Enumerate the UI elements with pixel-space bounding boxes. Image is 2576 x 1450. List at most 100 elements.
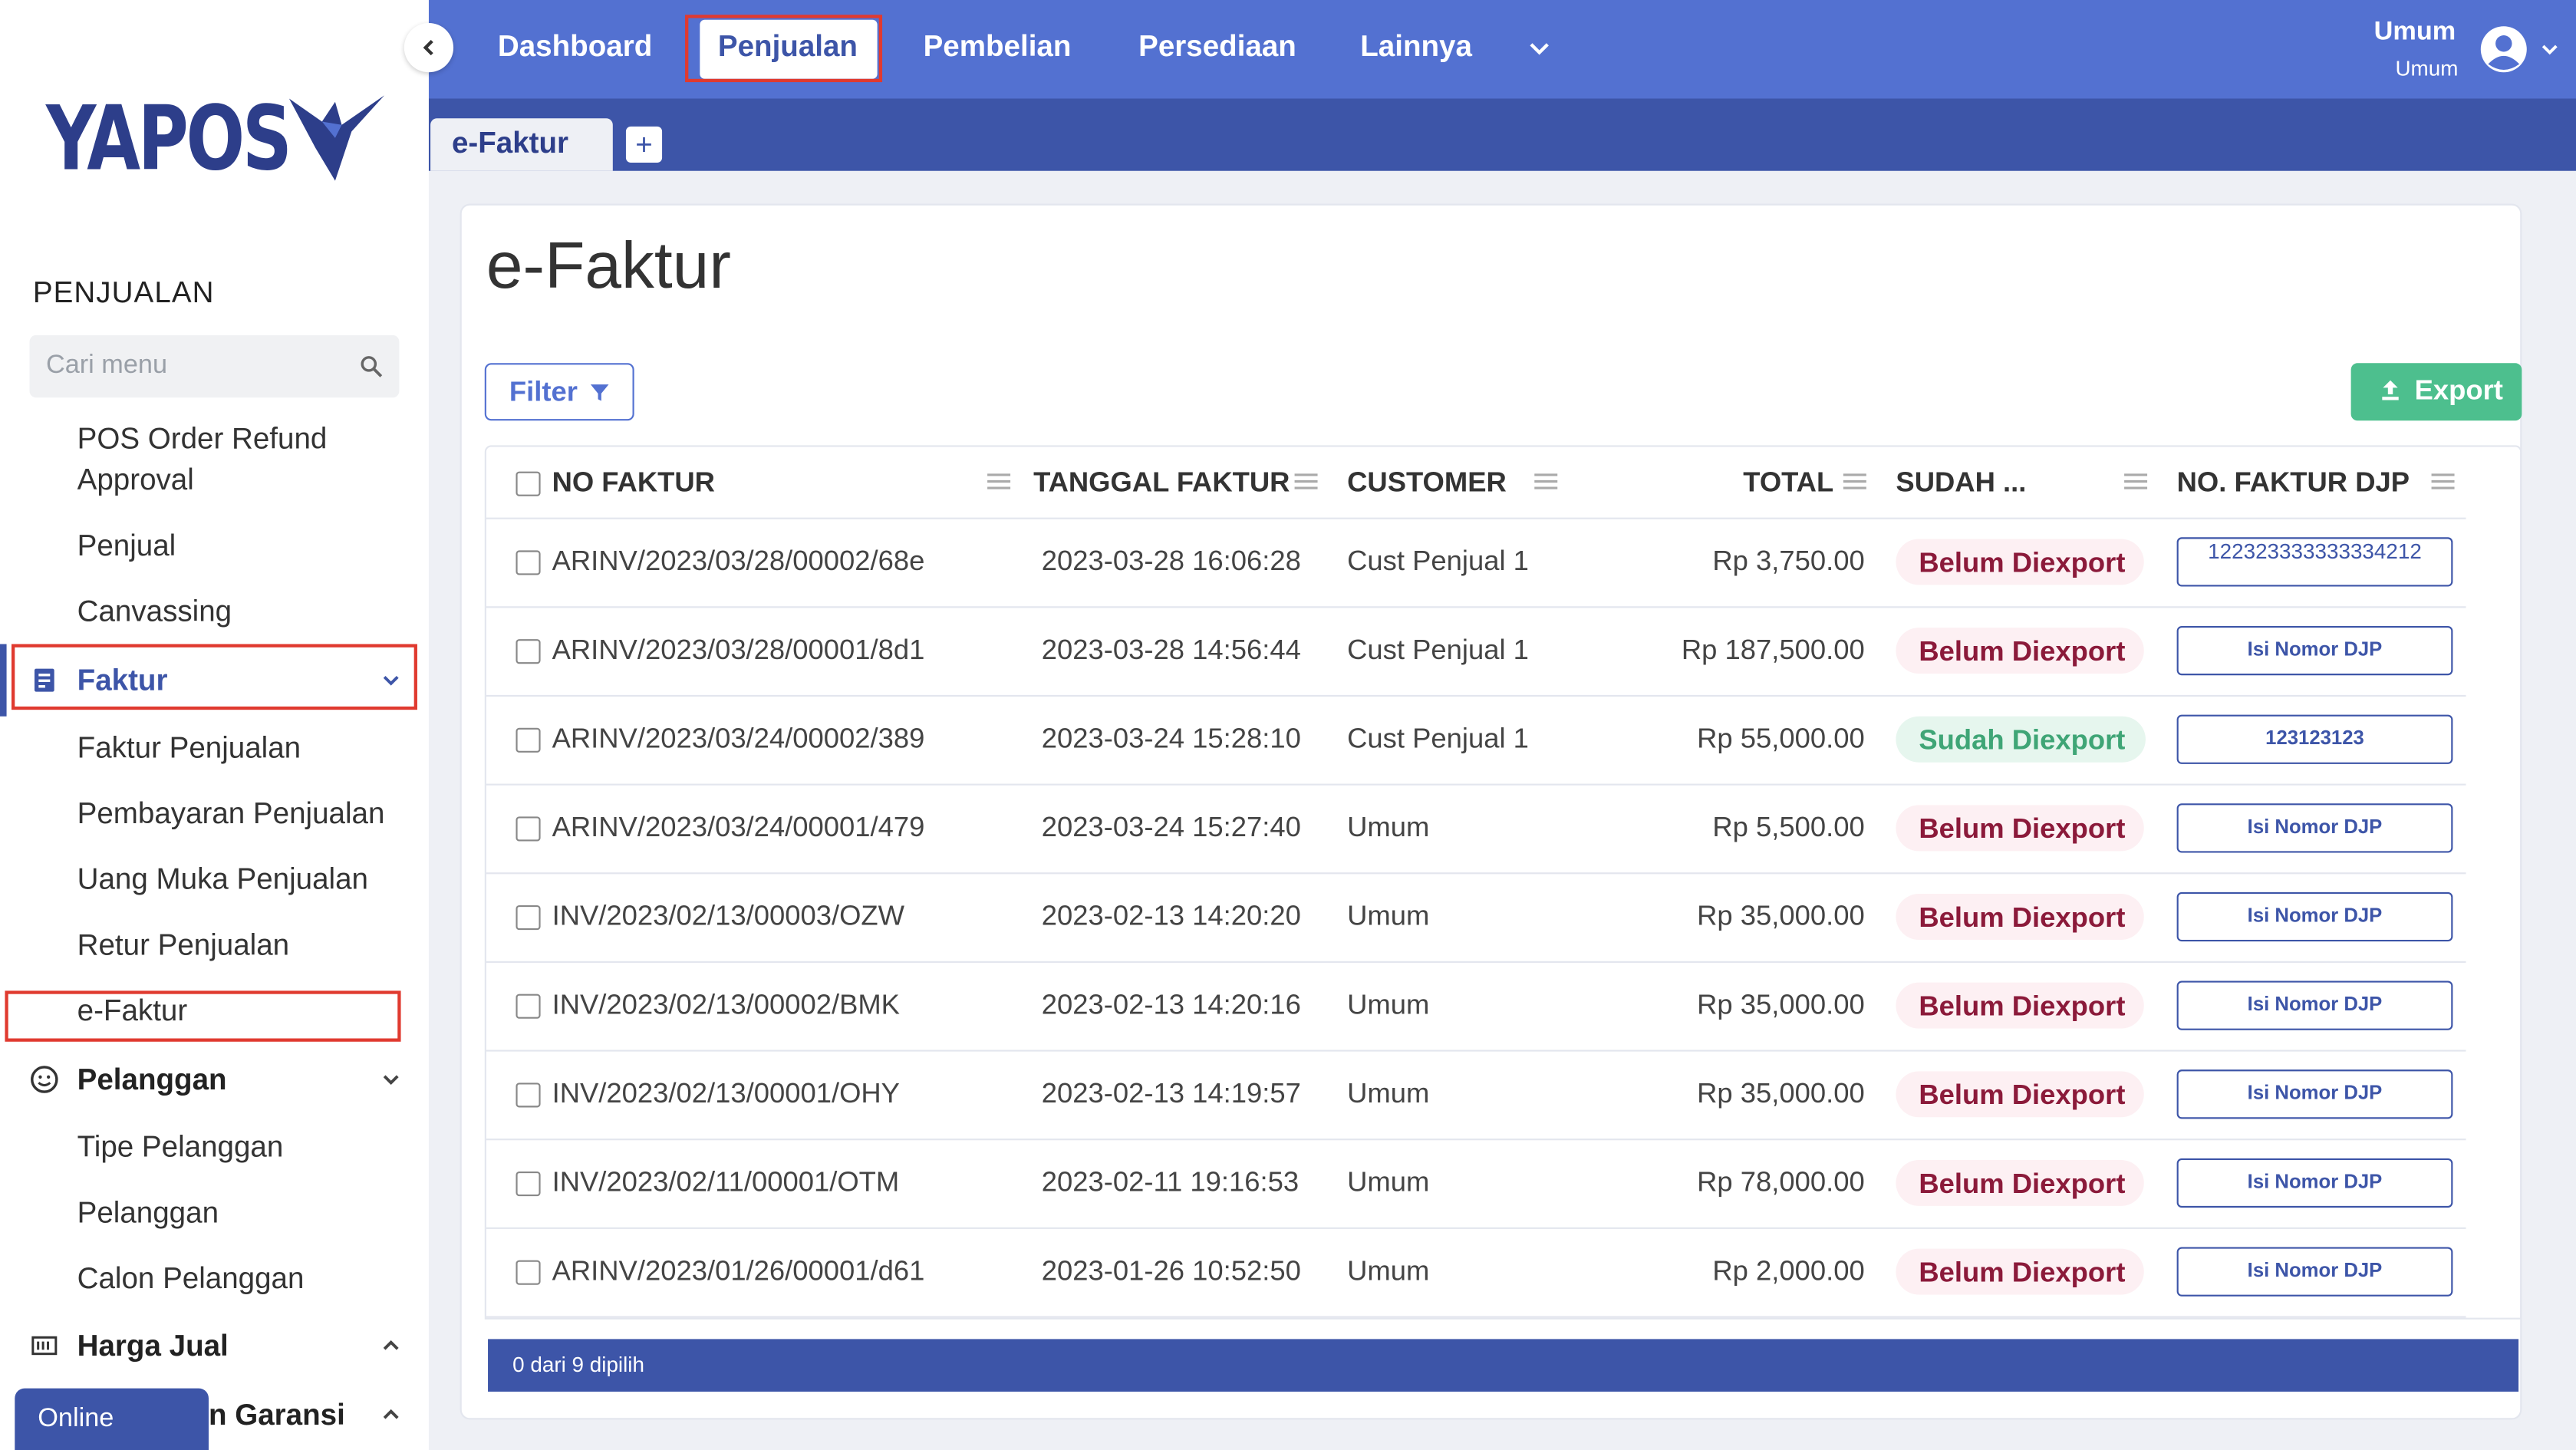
cell-total: Rp 55,000.00 xyxy=(1697,723,1865,754)
filter-button[interactable]: Filter xyxy=(484,363,634,421)
column-header-status[interactable]: SUDAH ... xyxy=(1896,466,2026,499)
cell-no-faktur[interactable]: ARINV/2023/03/28/00002/68e xyxy=(552,545,925,578)
cell-no-faktur[interactable]: ARINV/2023/01/26/00001/d61 xyxy=(552,1255,925,1288)
column-menu-icon[interactable] xyxy=(1842,472,1868,492)
cell-total: Rp 78,000.00 xyxy=(1697,1166,1865,1198)
nav-dashboard[interactable]: Dashboard xyxy=(498,30,652,64)
status-badge: Belum Diexport xyxy=(1896,894,2144,940)
sidebar-item-faktur-penjualan[interactable]: Faktur Penjualan xyxy=(77,728,301,769)
status-badge: Belum Diexport xyxy=(1896,1159,2144,1206)
sidebar-item-canvassing[interactable]: Canvassing xyxy=(77,592,232,633)
sidebar-item-pelanggan[interactable]: Pelanggan xyxy=(77,1193,219,1234)
bird-logo-icon xyxy=(288,95,385,181)
row-checkbox[interactable] xyxy=(516,816,541,842)
search-icon xyxy=(361,356,383,377)
status-badge: Belum Diexport xyxy=(1896,628,2144,674)
column-header-no-faktur-djp[interactable]: NO. FAKTUR DJP xyxy=(2177,466,2410,499)
sidebar-item-pembayaran-penjualan[interactable]: Pembayaran Penjualan xyxy=(77,793,385,835)
cell-no-faktur[interactable]: ARINV/2023/03/24/00002/389 xyxy=(552,723,925,756)
djp-number-button[interactable]: Isi Nomor DJP xyxy=(2176,1069,2453,1119)
nav-pembelian[interactable]: Pembelian xyxy=(924,30,1072,64)
row-checkbox[interactable] xyxy=(516,639,541,664)
djp-number-button[interactable]: Isi Nomor DJP xyxy=(2176,980,2453,1030)
column-menu-icon[interactable] xyxy=(1533,472,1559,492)
cell-total: Rp 187,500.00 xyxy=(1681,634,1865,666)
column-menu-icon[interactable] xyxy=(2123,472,2149,492)
status-badge: Belum Diexport xyxy=(1896,539,2144,585)
cell-tanggal-faktur: 2023-02-13 14:19:57 xyxy=(1041,1077,1301,1109)
sidebar-group-pelanggan-label: Pelanggan xyxy=(77,1062,227,1096)
row-checkbox[interactable] xyxy=(516,1260,541,1285)
column-menu-icon[interactable] xyxy=(986,472,1012,492)
nav-lainnya[interactable]: Lainnya xyxy=(1360,30,1472,64)
sidebar-item-retur-penjualan[interactable]: Retur Penjualan xyxy=(77,925,289,967)
sidebar-item-pos-order-refund-approval[interactable]: POS Order Refund Approval xyxy=(77,419,390,501)
online-status-tab[interactable]: Online xyxy=(15,1388,209,1450)
row-divider xyxy=(486,872,2466,875)
djp-number-button[interactable]: Isi Nomor DJP xyxy=(2176,803,2453,853)
row-checkbox[interactable] xyxy=(516,550,541,575)
sidebar-search-placeholder: Cari menu xyxy=(45,351,168,380)
cell-customer: Umum xyxy=(1347,811,1430,843)
cell-no-faktur[interactable]: INV/2023/02/13/00002/BMK xyxy=(552,989,900,1022)
barcode-icon xyxy=(31,1336,58,1356)
cell-total: Rp 5,500.00 xyxy=(1712,811,1865,843)
cell-tanggal-faktur: 2023-03-24 15:28:10 xyxy=(1041,723,1301,754)
cell-tanggal-faktur: 2023-03-24 15:27:40 xyxy=(1041,811,1301,843)
row-divider xyxy=(486,961,2466,963)
column-menu-icon[interactable] xyxy=(1293,472,1319,492)
djp-number-button[interactable]: Isi Nomor DJP xyxy=(2176,625,2453,676)
cell-total: Rp 3,750.00 xyxy=(1712,545,1865,577)
djp-number-button[interactable]: Isi Nomor DJP xyxy=(2176,891,2453,942)
djp-number-field[interactable]: 122323333333334212 xyxy=(2176,537,2453,587)
export-button-label: Export xyxy=(2414,374,2503,406)
sidebar-item-uang-muka-penjualan[interactable]: Uang Muka Penjualan xyxy=(77,859,368,901)
export-button[interactable]: Export xyxy=(2350,363,2522,421)
sidebar-item-tipe-pelanggan[interactable]: Tipe Pelanggan xyxy=(77,1127,284,1168)
row-checkbox[interactable] xyxy=(516,994,541,1019)
chevron-down-icon xyxy=(383,1075,399,1086)
tab-e-faktur[interactable]: e-Faktur xyxy=(430,118,613,171)
djp-number-button[interactable]: Isi Nomor DJP xyxy=(2176,1247,2453,1297)
select-all-checkbox[interactable] xyxy=(516,471,541,496)
cell-tanggal-faktur: 2023-02-11 19:16:53 xyxy=(1041,1166,1300,1198)
sidebar-item-calon-pelanggan[interactable]: Calon Pelanggan xyxy=(77,1258,305,1300)
user-avatar-icon[interactable] xyxy=(2479,25,2528,74)
row-checkbox[interactable] xyxy=(516,905,541,931)
cell-no-faktur[interactable]: INV/2023/02/13/00003/OZW xyxy=(552,901,904,934)
chevron-up-icon xyxy=(383,1340,399,1350)
cell-no-faktur[interactable]: INV/2023/02/13/00001/OHY xyxy=(552,1078,900,1111)
user-name: Umum xyxy=(2373,18,2456,46)
row-checkbox[interactable] xyxy=(516,1083,541,1108)
sidebar-group-harga-jual[interactable]: Harga Jual xyxy=(0,1316,429,1375)
cell-no-faktur[interactable]: ARINV/2023/03/24/00001/479 xyxy=(552,812,925,845)
sidebar-search-input[interactable]: Cari menu xyxy=(29,334,400,398)
row-checkbox[interactable] xyxy=(516,1171,541,1197)
cell-no-faktur[interactable]: INV/2023/02/11/00001/OTM xyxy=(552,1167,900,1200)
add-tab-button[interactable]: + xyxy=(625,126,663,163)
column-header-no-faktur[interactable]: NO FAKTUR xyxy=(552,466,715,499)
filter-button-label: Filter xyxy=(509,376,578,408)
chevron-left-icon xyxy=(423,40,433,56)
djp-number-field[interactable]: 123123123 xyxy=(2176,714,2453,764)
column-menu-icon[interactable] xyxy=(2429,472,2456,492)
row-checkbox[interactable] xyxy=(516,727,541,753)
collapse-sidebar-button[interactable] xyxy=(404,22,454,73)
cell-no-faktur[interactable]: ARINV/2023/03/28/00001/8d1 xyxy=(552,634,925,667)
cell-customer: Umum xyxy=(1347,1255,1430,1287)
row-divider xyxy=(486,694,2466,697)
cell-customer: Cust Penjual 1 xyxy=(1347,545,1529,577)
nav-more-chevron-icon[interactable] xyxy=(1528,39,1551,59)
column-header-total[interactable]: TOTAL xyxy=(1743,466,1833,499)
cell-total: Rp 2,000.00 xyxy=(1712,1255,1865,1287)
tab-bar xyxy=(428,98,2576,171)
cell-tanggal-faktur: 2023-03-28 16:06:28 xyxy=(1041,545,1301,577)
column-header-tanggal-faktur[interactable]: TANGGAL FAKTUR xyxy=(1033,466,1290,499)
sidebar-item-penjual[interactable]: Penjual xyxy=(77,526,176,567)
djp-number-button[interactable]: Isi Nomor DJP xyxy=(2176,1158,2453,1208)
row-divider xyxy=(486,1316,2466,1318)
user-menu-chevron-icon[interactable] xyxy=(2540,39,2560,59)
nav-persediaan[interactable]: Persediaan xyxy=(1138,30,1296,64)
column-header-customer[interactable]: CUSTOMER xyxy=(1347,466,1507,499)
sidebar-group-pelanggan[interactable]: Pelanggan xyxy=(0,1050,429,1109)
